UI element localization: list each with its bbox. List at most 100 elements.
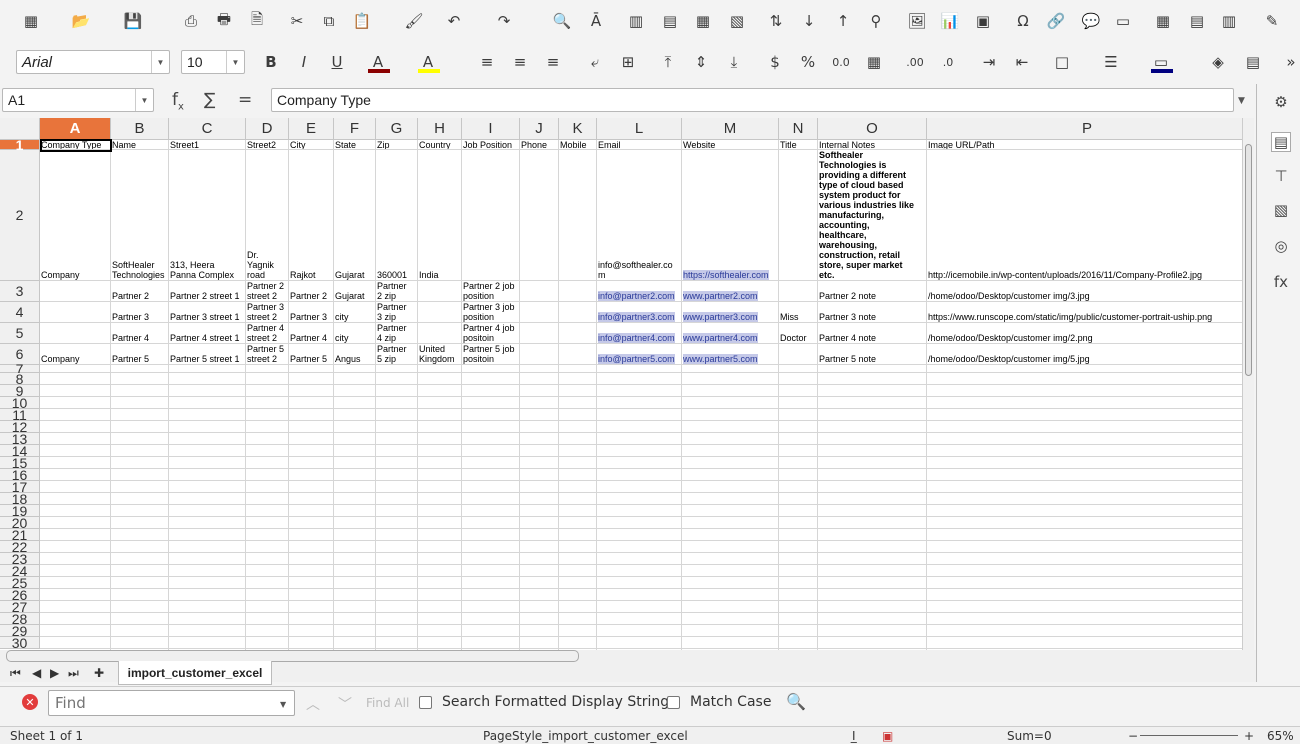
table-cell[interactable]: Partner 4 job positoin — [462, 323, 520, 343]
align-middle-icon[interactable]: ⇕ — [690, 51, 712, 73]
table-cell[interactable]: Job Position — [462, 140, 520, 149]
table-cell[interactable]: Street1 — [169, 140, 246, 149]
chevron-down-icon[interactable]: ▼ — [151, 51, 169, 73]
table-cell[interactable]: Partner 5 — [111, 344, 169, 364]
column-icon[interactable]: ▤ — [659, 10, 681, 32]
table-cell[interactable]: 313, Heera Panna Complex — [169, 150, 246, 280]
table-cell[interactable]: www.partner3.com — [682, 302, 779, 322]
merge-cells-icon[interactable]: ⊞ — [617, 51, 639, 73]
table-cell[interactable]: City — [289, 140, 334, 149]
row-header-2[interactable]: 2 — [0, 150, 40, 281]
table-cell[interactable]: Partner 5 street 2 — [246, 344, 289, 364]
table-cell[interactable]: Company — [40, 344, 111, 364]
table-cell[interactable]: http://icemobile.in/wp-content/uploads/2… — [927, 150, 1242, 280]
match-case-checkbox[interactable] — [667, 696, 680, 709]
table-cell[interactable]: Partner 3 zip — [376, 302, 418, 322]
table-cell[interactable]: Doctor — [779, 323, 818, 343]
table-cell[interactable]: State — [334, 140, 376, 149]
column-header-j[interactable]: J — [520, 118, 559, 140]
table-cell[interactable]: SoftHealer Technologies — [111, 150, 169, 280]
table-cell[interactable]: Partner 5 street 1 — [169, 344, 246, 364]
vertical-scrollbar[interactable] — [1242, 118, 1254, 650]
hyperlink-icon[interactable]: 🔗 — [1045, 10, 1067, 32]
delete-column-icon[interactable]: ▧ — [726, 10, 748, 32]
find-replace-icon[interactable]: 🔍 — [786, 692, 806, 711]
table-cell[interactable]: Softhealer Technologies is providing a d… — [818, 150, 927, 280]
table-cell[interactable]: India — [418, 150, 462, 280]
table-cell[interactable]: info@partner4.com — [597, 323, 682, 343]
table-cell[interactable]: Partner 5 note — [818, 344, 927, 364]
name-box[interactable]: A1 ▼ — [2, 88, 154, 112]
increase-indent-icon[interactable]: ⇥ — [978, 51, 1000, 73]
column-header-d[interactable]: D — [246, 118, 289, 140]
table-cell[interactable]: city — [334, 302, 376, 322]
print-preview-icon[interactable]: 🗎 — [246, 10, 268, 32]
column-header-b[interactable]: B — [111, 118, 169, 140]
table-cell[interactable]: /home/odoo/Desktop/customer img/2.png — [927, 323, 1242, 343]
headers-footers-icon[interactable]: ▭ — [1112, 10, 1134, 32]
table-cell[interactable]: Miss — [779, 302, 818, 322]
column-header-n[interactable]: N — [779, 118, 818, 140]
find-replace-icon[interactable]: 🔍 — [551, 10, 573, 32]
redo-icon[interactable]: ↷ — [493, 10, 515, 32]
table-cell[interactable]: Partner 3 street 2 — [246, 302, 289, 322]
add-sheet-icon[interactable]: ✚ — [94, 666, 104, 680]
table-cell[interactable]: Partner 2 zip — [376, 281, 418, 301]
font-name-box[interactable]: Arial ▼ — [16, 50, 170, 74]
sort-descending-icon[interactable]: ↑ — [832, 10, 854, 32]
table-cell[interactable]: info@softhealer.co m — [597, 150, 682, 280]
table-cell[interactable]: /home/odoo/Desktop/customer img/5.jpg — [927, 344, 1242, 364]
table-cell[interactable]: /home/odoo/Desktop/customer img/3.jpg — [927, 281, 1242, 301]
functions-icon[interactable]: fx — [1271, 272, 1291, 292]
column-header-c[interactable]: C — [169, 118, 246, 140]
bold-icon[interactable]: B — [260, 51, 282, 73]
search-formatted-checkbox[interactable] — [419, 696, 432, 709]
column-header-a[interactable]: A — [40, 118, 111, 140]
table-cell[interactable]: Company — [40, 150, 111, 280]
underline-icon[interactable]: U — [326, 51, 348, 73]
italic-icon[interactable]: I — [293, 51, 315, 73]
align-right-icon[interactable]: ≡ — [542, 51, 564, 73]
find-previous-icon[interactable]: ︿ — [306, 694, 320, 714]
table-cell[interactable]: Partner 2 street 2 — [246, 281, 289, 301]
table-cell[interactable]: Mobile — [559, 140, 597, 149]
table-cell[interactable]: Partner 4 zip — [376, 323, 418, 343]
currency-icon[interactable]: $ — [764, 51, 786, 73]
table-cell[interactable]: https://softhealer.com — [682, 150, 779, 280]
export-pdf-icon[interactable]: ⎙ — [180, 10, 202, 32]
table-cell[interactable]: Partner 4 — [289, 323, 334, 343]
table-cell[interactable]: Dr. Yagnik road — [246, 150, 289, 280]
find-all-button[interactable]: Find All — [366, 696, 409, 710]
define-print-area-icon[interactable]: ▦ — [1152, 10, 1174, 32]
comment-icon[interactable]: 💬 — [1080, 10, 1102, 32]
more-icon[interactable]: » — [1280, 51, 1300, 73]
column-header-g[interactable]: G — [376, 118, 418, 140]
sheet-tab[interactable]: import_customer_excel — [118, 661, 272, 685]
align-center-icon[interactable]: ≡ — [509, 51, 531, 73]
borders-icon[interactable]: □ — [1051, 51, 1073, 73]
table-cell[interactable]: Partner 2 note — [818, 281, 927, 301]
border-style-icon[interactable]: ☰ — [1100, 51, 1122, 73]
last-sheet-icon[interactable]: ⏭ — [68, 666, 79, 681]
table-cell[interactable]: Street2 — [246, 140, 289, 149]
column-header-m[interactable]: M — [682, 118, 779, 140]
find-next-icon[interactable]: ﹀ — [338, 694, 352, 714]
table-cell[interactable]: Angus — [334, 344, 376, 364]
clone-formatting-icon[interactable]: 🖌 — [403, 10, 425, 32]
horizontal-scrollbar[interactable] — [6, 650, 579, 662]
table-cell[interactable]: info@partner2.com — [597, 281, 682, 301]
image-icon[interactable]: 🖼 — [906, 10, 928, 32]
column-header-l[interactable]: L — [597, 118, 682, 140]
table-cell[interactable]: Partner 2 — [111, 281, 169, 301]
gallery-icon[interactable]: ▧ — [1271, 200, 1291, 220]
table-cell[interactable]: Image URL/Path — [927, 140, 1242, 149]
spelling-icon[interactable]: Ā — [585, 10, 607, 32]
add-decimal-icon[interactable]: .00 — [904, 51, 926, 73]
row-header-5[interactable]: 5 — [0, 323, 40, 344]
chevron-down-icon[interactable]: ▼ — [135, 89, 153, 111]
table-cell[interactable]: Partner 3 job position — [462, 302, 520, 322]
table-cell[interactable]: Partner 2 — [289, 281, 334, 301]
zoom-out-icon[interactable]: − — [1128, 729, 1138, 743]
print-icon[interactable]: 🖶 — [213, 10, 235, 32]
delete-decimal-icon[interactable]: .0 — [937, 51, 959, 73]
